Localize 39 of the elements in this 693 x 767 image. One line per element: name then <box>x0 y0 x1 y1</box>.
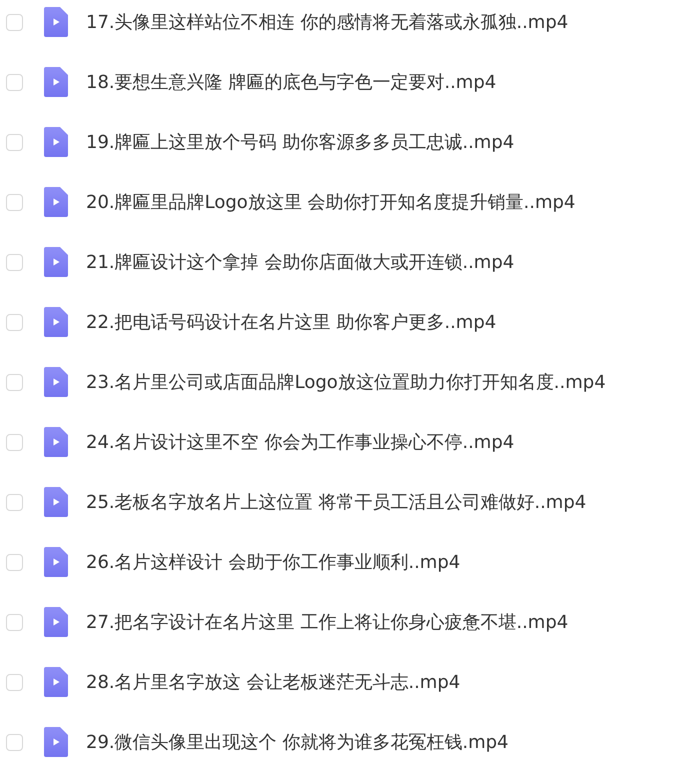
file-name[interactable]: 18.要想生意兴隆 牌匾的底色与字色一定要对..mp4 <box>86 70 496 94</box>
video-file-icon <box>44 307 68 337</box>
checkbox[interactable] <box>6 374 23 390</box>
video-file-icon <box>44 127 68 157</box>
file-name[interactable]: 22.把电话号码设计在名片这里 助你客户更多..mp4 <box>86 310 496 334</box>
file-name[interactable]: 25.老板名字放名片上这位置 将常干员工活且公司难做好..mp4 <box>86 490 586 514</box>
checkbox[interactable] <box>6 674 23 690</box>
checkbox[interactable] <box>6 494 23 510</box>
checkbox[interactable] <box>6 734 23 750</box>
video-file-icon <box>44 247 68 277</box>
file-name[interactable]: 27.把名字设计在名片这里 工作上将让你身心疲惫不堪..mp4 <box>86 610 568 634</box>
video-file-icon <box>44 427 68 457</box>
checkbox[interactable] <box>6 614 23 630</box>
checkbox[interactable] <box>6 134 23 150</box>
video-file-icon <box>44 7 68 37</box>
checkbox[interactable] <box>6 194 23 210</box>
file-name[interactable]: 19.牌匾上这里放个号码 助你客源多多员工忠诚..mp4 <box>86 130 514 154</box>
file-name[interactable]: 21.牌匾设计这个拿掉 会助你店面做大或开连锁..mp4 <box>86 250 514 274</box>
checkbox[interactable] <box>6 314 23 330</box>
video-file-icon <box>44 187 68 217</box>
video-file-icon <box>44 487 68 517</box>
video-file-icon <box>44 67 68 97</box>
file-name[interactable]: 26.名片这样设计 会助于你工作事业顺利..mp4 <box>86 550 460 574</box>
file-name[interactable]: 17.头像里这样站位不相连 你的感情将无着落或永孤独..mp4 <box>86 10 568 34</box>
file-name[interactable]: 23.名片里公司或店面品牌Logo放这位置助力你打开知名度..mp4 <box>86 370 606 394</box>
video-file-icon <box>44 367 68 397</box>
video-file-icon <box>44 727 68 757</box>
checkbox[interactable] <box>6 14 23 30</box>
video-file-icon <box>44 667 68 697</box>
file-name[interactable]: 29.微信头像里出现这个 你就将为谁多花冤枉钱.mp4 <box>86 730 508 754</box>
file-name[interactable]: 28.名片里名字放这 会让老板迷茫无斗志..mp4 <box>86 670 460 694</box>
video-file-icon <box>44 547 68 577</box>
checkbox[interactable] <box>6 434 23 450</box>
checkbox[interactable] <box>6 254 23 270</box>
checkbox[interactable] <box>6 74 23 90</box>
video-file-icon <box>44 607 68 637</box>
checkbox[interactable] <box>6 554 23 570</box>
file-name[interactable]: 24.名片设计这里不空 你会为工作事业操心不停..mp4 <box>86 430 514 454</box>
file-name[interactable]: 20.牌匾里品牌Logo放这里 会助你打开知名度提升销量..mp4 <box>86 190 576 214</box>
